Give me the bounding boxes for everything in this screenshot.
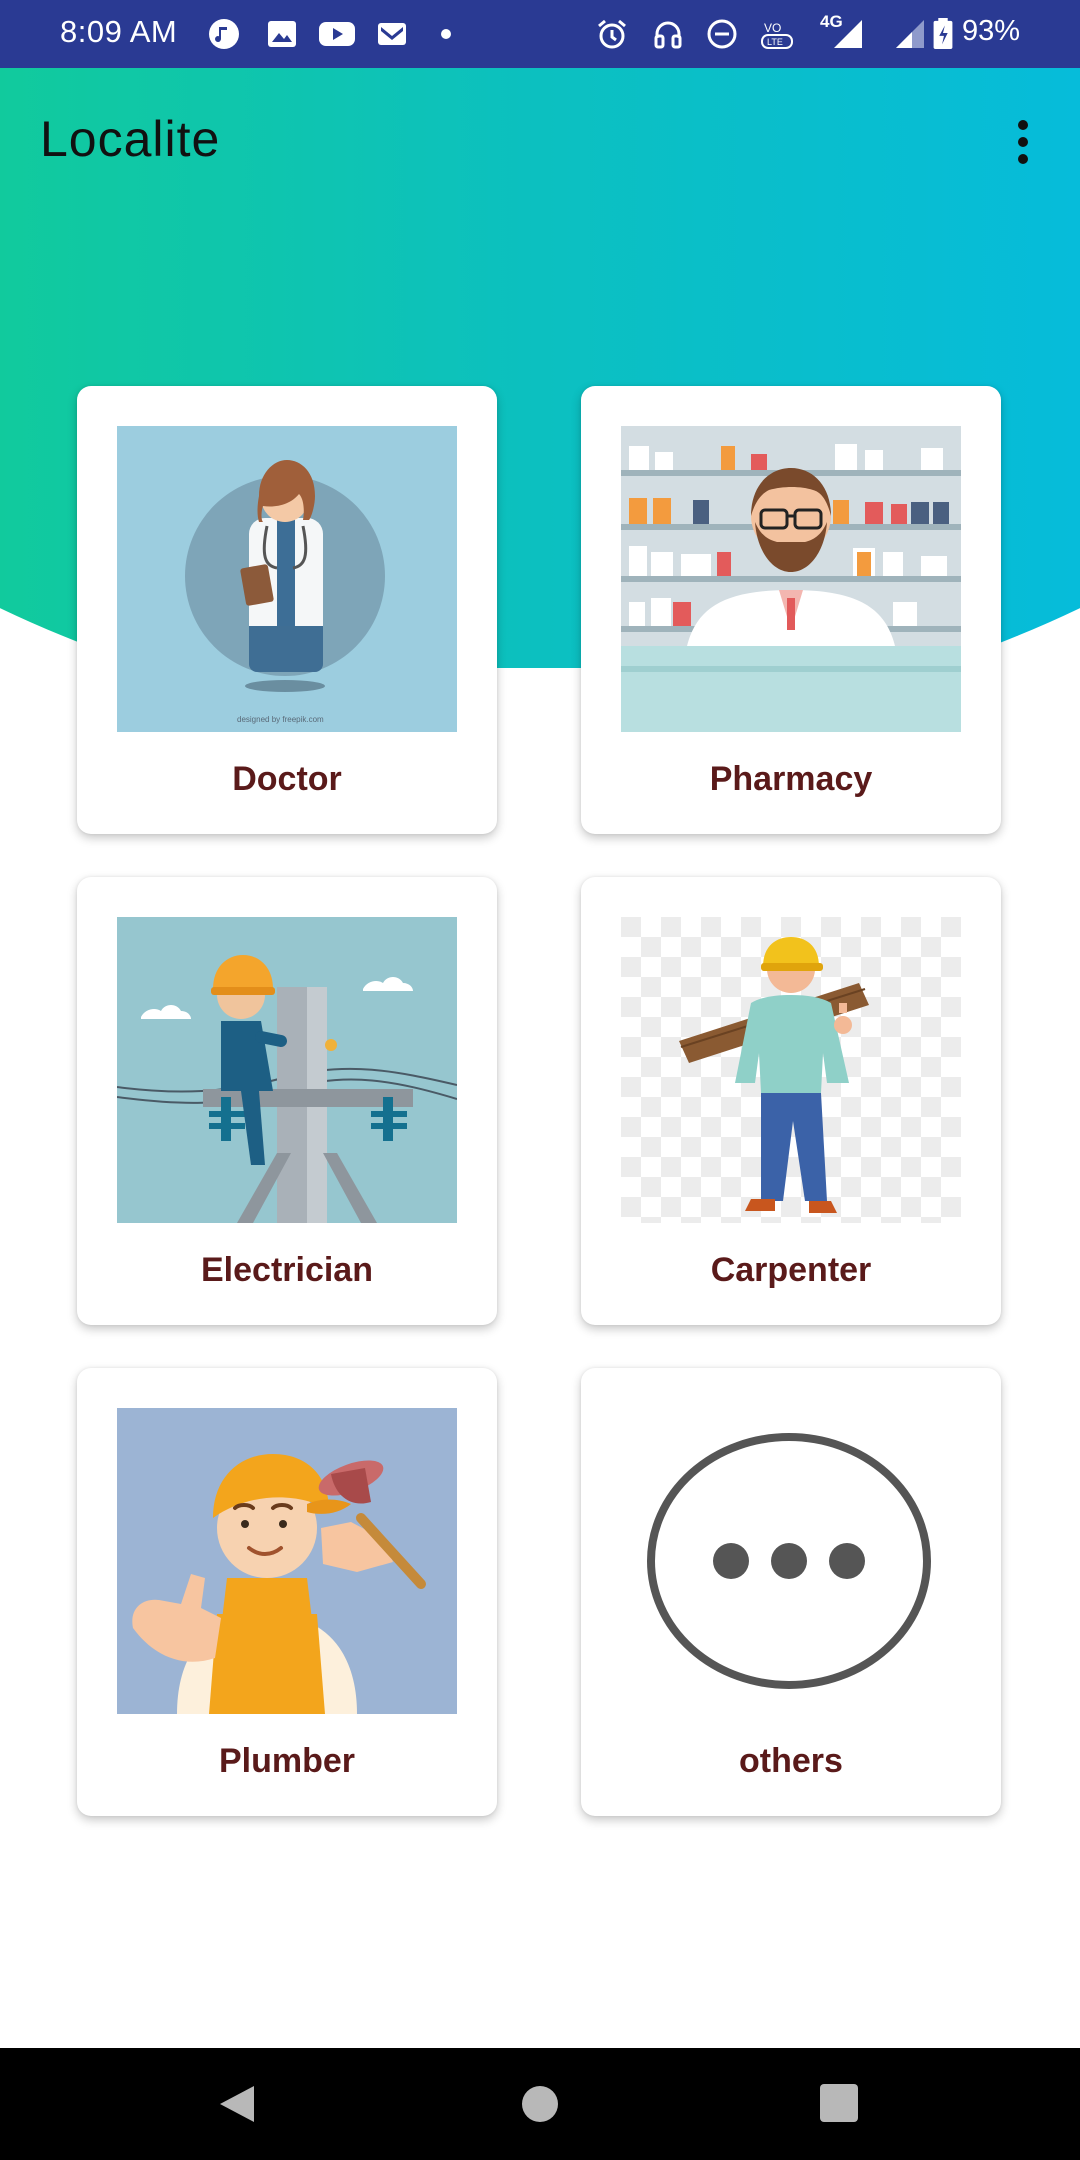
- category-label: Plumber: [218, 1742, 356, 1780]
- youtube-icon: [319, 22, 355, 46]
- alarm-icon: [598, 19, 626, 49]
- status-bar: 8:09 AM VO LTE 4G 93%: [0, 0, 1080, 68]
- gmail-icon: [378, 23, 406, 45]
- app-title: Localite: [40, 111, 221, 167]
- category-label: Carpenter: [710, 1251, 872, 1289]
- electrician-illustration: [117, 917, 457, 1223]
- category-label: Electrician: [201, 1251, 373, 1289]
- more-horizontal-icon: [621, 1408, 961, 1714]
- image-credit: designed by freepik.com: [237, 715, 324, 724]
- battery-icon: [933, 18, 953, 50]
- gallery-icon: [268, 21, 296, 47]
- category-card-pharmacy[interactable]: Pharmacy: [581, 386, 1001, 834]
- battery-percentage: 93%: [961, 15, 1020, 47]
- category-label: others: [739, 1742, 843, 1780]
- doctor-illustration: designed by freepik.com: [117, 426, 457, 732]
- home-icon[interactable]: [522, 2086, 558, 2122]
- signal-icon: [834, 20, 862, 48]
- more-vert-icon[interactable]: [1010, 118, 1036, 166]
- plumber-illustration: [117, 1408, 457, 1714]
- dot-icon: [441, 29, 451, 39]
- navigation-bar: [0, 2048, 1080, 2160]
- recents-icon[interactable]: [820, 2084, 858, 2122]
- category-card-carpenter[interactable]: Carpenter: [581, 877, 1001, 1325]
- headset-icon: [654, 21, 682, 49]
- category-card-others[interactable]: others: [581, 1368, 1001, 1816]
- music-icon: [209, 19, 239, 49]
- category-label: Pharmacy: [709, 760, 873, 798]
- category-card-doctor[interactable]: designed by freepik.com Doctor: [77, 386, 497, 834]
- category-card-electrician[interactable]: Electrician: [77, 877, 497, 1325]
- category-card-plumber[interactable]: Plumber: [77, 1368, 497, 1816]
- dnd-icon: [707, 19, 737, 49]
- status-time: 8:09 AM: [60, 14, 178, 49]
- pharmacist-illustration: [621, 426, 961, 732]
- svg-text:LTE: LTE: [767, 37, 783, 47]
- category-label: Doctor: [232, 760, 342, 798]
- signal-2-icon: [896, 20, 924, 48]
- back-icon[interactable]: [218, 2084, 256, 2124]
- svg-text:VO: VO: [764, 21, 781, 35]
- volte-icon: VO LTE: [761, 21, 793, 49]
- carpenter-illustration: [621, 917, 961, 1223]
